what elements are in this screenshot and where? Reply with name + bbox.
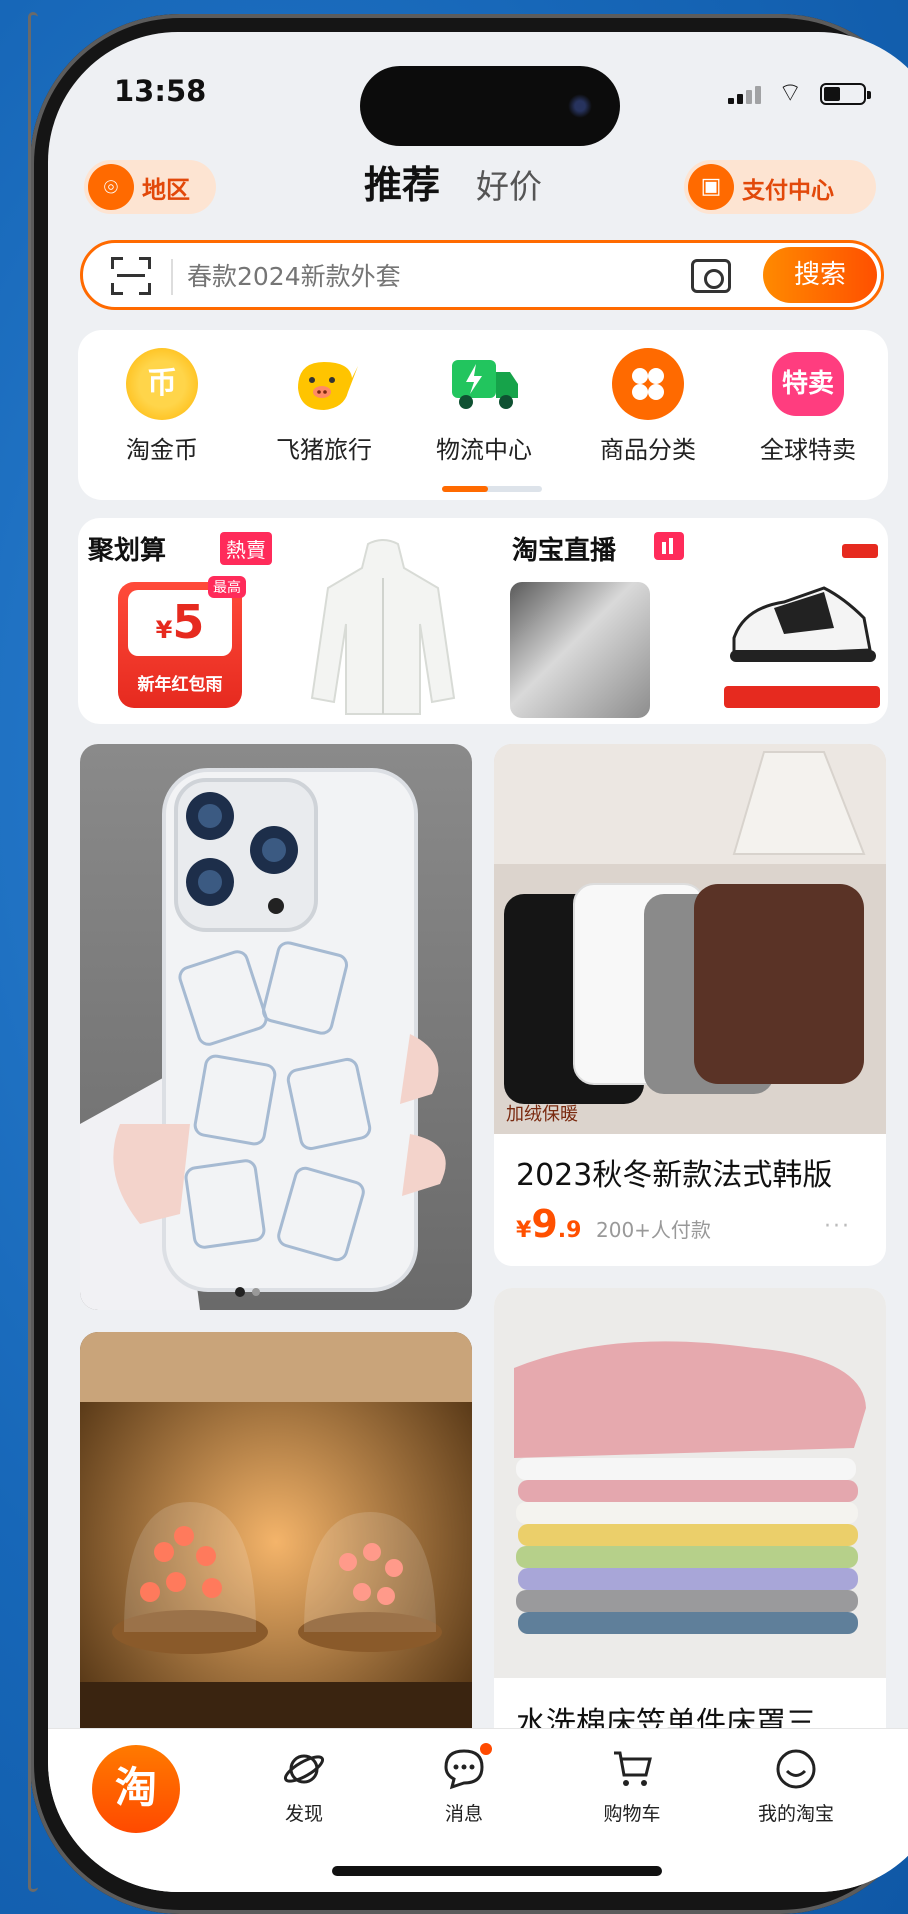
status-time: 13:58: [114, 74, 207, 108]
battery-icon: [820, 83, 871, 105]
tab-label: 购物车: [603, 1803, 661, 1825]
phone-screen: 13:58 ⌔ ⌾ 地区 推荐 好价 ▣ 支付中心 搜索 币 淘金币: [48, 32, 908, 1892]
shortcut-grid: 币 淘金币 飞猪旅行 物流中心 商品分类 特卖 全球特卖: [78, 330, 888, 500]
shortcut-label: 物流中心: [436, 436, 532, 464]
product-price: ¥9.9: [516, 1202, 581, 1246]
vest-image-caption: 加绒保暖: [506, 1104, 578, 1125]
smile-icon: [774, 1747, 818, 1791]
red-packet-amount: 5: [172, 595, 205, 649]
shortcut-categories[interactable]: 商品分类: [578, 348, 718, 468]
coin-icon: 币: [126, 348, 198, 420]
price-integer: 9: [531, 1202, 558, 1246]
red-packet-card[interactable]: ¥5 最高 新年红包雨: [118, 576, 246, 708]
tab-label: 我的淘宝: [757, 1803, 834, 1825]
region-button[interactable]: ⌾ 地区: [84, 160, 216, 214]
shortcut-logistics[interactable]: 物流中心: [414, 348, 554, 468]
price-decimal: .9: [557, 1218, 582, 1243]
camera-search-icon[interactable]: [691, 259, 731, 293]
truck-icon: [448, 348, 520, 420]
search-button[interactable]: 搜索: [763, 247, 877, 303]
product-title[interactable]: 2023秋冬新款法式韩版: [516, 1150, 832, 1194]
dynamic-island: [360, 66, 620, 146]
tab-label: 消息: [444, 1803, 483, 1825]
shortcut-label: 飞猪旅行: [276, 436, 372, 464]
feed-card-phone-case[interactable]: [80, 744, 472, 1310]
cart-icon: [610, 1747, 654, 1791]
sneaker-promo-strip: [724, 686, 880, 708]
message-icon: [442, 1743, 492, 1791]
shortcut-label: 全球特卖: [760, 436, 856, 464]
location-pin-icon: ⌾: [88, 164, 134, 210]
shortcut-page-indicator: [442, 486, 542, 492]
status-icons: ⌔: [728, 78, 888, 108]
live-product-image[interactable]: [510, 582, 650, 718]
shortcut-label: 商品分类: [600, 436, 696, 464]
tab-my-taobao[interactable]: 我的淘宝: [736, 1747, 856, 1826]
phone-case-image: [80, 744, 472, 1310]
live-chart-icon: [654, 532, 684, 560]
bedsheet-product-image: [494, 1288, 886, 1682]
sold-count: 200+人付款: [596, 1218, 711, 1242]
taobao-live-title[interactable]: 淘宝直播: [512, 530, 616, 567]
price-currency: ¥: [516, 1218, 532, 1243]
shortcut-global-sale[interactable]: 特卖 全球特卖: [738, 348, 878, 468]
tulip-lamp-image: [80, 1332, 472, 1752]
payment-center-label: 支付中心: [742, 178, 834, 204]
scan-icon[interactable]: [111, 257, 151, 295]
search-bar: 搜索: [80, 240, 884, 310]
wifi-icon: ⌔: [778, 78, 803, 108]
red-packet-top: ¥5: [128, 590, 232, 656]
region-label: 地区: [142, 176, 190, 204]
red-packet-badge: 最高: [208, 576, 246, 598]
feed-card-vest[interactable]: 加绒保暖 2023秋冬新款法式韩版 ¥9.9 200+人付款 ···: [494, 744, 886, 1266]
red-packet-label: 新年红包雨: [137, 675, 223, 695]
jacket-product-image[interactable]: [308, 538, 458, 718]
category-icon: [612, 348, 684, 420]
phone-edge: [28, 12, 38, 1892]
feed-card-bedsheet[interactable]: 水洗棉床笠单件床罩三: [494, 1288, 886, 1752]
shortcut-label: 淘金币: [126, 436, 198, 464]
tab-discover[interactable]: 发现: [244, 1747, 364, 1826]
juhuasuan-title[interactable]: 聚划算: [88, 530, 166, 567]
sale-icon: 特卖: [772, 352, 844, 416]
unread-dot: [480, 1743, 492, 1755]
more-options-icon[interactable]: ···: [824, 1214, 851, 1239]
red-packet-currency: ¥: [155, 616, 173, 644]
tab-good-price[interactable]: 好价: [476, 160, 542, 208]
planet-icon: [282, 1747, 326, 1791]
search-input[interactable]: [187, 257, 567, 295]
tab-cart[interactable]: 购物车: [572, 1747, 692, 1826]
feed-card-tulip-lamp[interactable]: [80, 1332, 472, 1752]
search-divider: [171, 259, 173, 295]
promo-banner: 聚划算 熱賣 ¥5 最高 新年红包雨 淘宝直播: [78, 518, 888, 724]
pig-icon: [288, 348, 360, 420]
sneaker-product-image[interactable]: [714, 538, 884, 718]
signal-icon: [728, 86, 764, 104]
home-indicator: [332, 1866, 662, 1876]
tab-recommend[interactable]: 推荐: [364, 154, 440, 209]
hot-tag: 熱賣: [220, 532, 272, 565]
front-camera-icon: [568, 94, 592, 118]
taobao-home-icon[interactable]: 淘: [92, 1745, 180, 1833]
shortcut-fliggy[interactable]: 飞猪旅行: [254, 348, 394, 468]
shortcut-taojinbi[interactable]: 币 淘金币: [92, 348, 232, 468]
tab-label: 发现: [284, 1803, 323, 1825]
vest-product-image: [494, 744, 886, 1138]
tab-messages[interactable]: 消息: [404, 1743, 524, 1826]
wallet-icon: ▣: [688, 164, 734, 210]
payment-center-button[interactable]: ▣ 支付中心: [684, 160, 876, 214]
